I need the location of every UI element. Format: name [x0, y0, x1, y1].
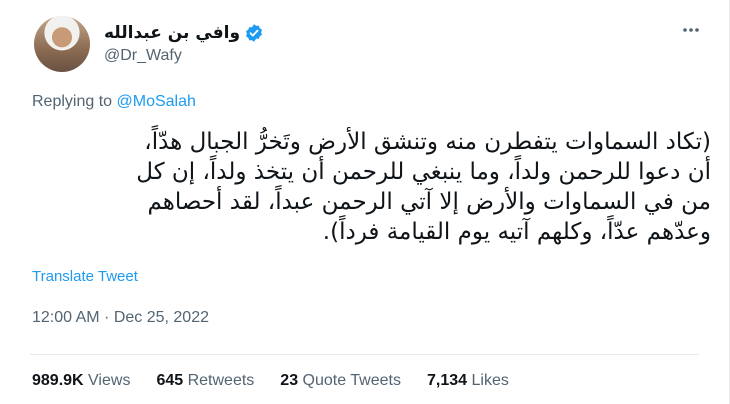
tweet-text: (تكاد السماوات يتفطرن منه وتنشق الأرض وت…: [28, 127, 711, 247]
views-stat[interactable]: 989.9K Views: [32, 372, 130, 390]
tweet-header: وافي بن عبدالله @Dr_Wafy: [34, 14, 264, 74]
verified-badge-icon: [244, 23, 264, 43]
views-count: 989.9K: [32, 372, 84, 389]
likes-stat[interactable]: 7,134 Likes: [427, 372, 509, 390]
replying-to-label: Replying to: [32, 93, 117, 110]
tweet-stats: 989.9K Views 645 Retweets 23 Quote Tweet…: [32, 372, 535, 390]
reply-mention-link[interactable]: @MoSalah: [117, 93, 196, 110]
translate-tweet-link[interactable]: Translate Tweet: [32, 268, 138, 285]
likes-label: Likes: [471, 372, 509, 389]
likes-count: 7,134: [426, 372, 468, 389]
divider: [30, 354, 699, 355]
more-options-icon[interactable]: [679, 18, 703, 42]
views-label: Views: [88, 372, 131, 389]
tweet-text-line: أن دعوا للرحمن ولداً، وما ينبغي للرحمن أ…: [136, 159, 711, 185]
quote-tweets-label: Quote Tweets: [302, 372, 401, 389]
tweet-timestamp[interactable]: 12:00 AM · Dec 25, 2022: [32, 309, 209, 327]
retweets-count: 645: [156, 372, 184, 389]
display-name-row[interactable]: وافي بن عبدالله: [104, 23, 264, 43]
tweet-text-line: من في السماوات والأرض إلا آتي الرحمن عبد…: [147, 189, 711, 215]
quote-tweets-stat[interactable]: 23 Quote Tweets: [280, 372, 401, 390]
user-handle[interactable]: @Dr_Wafy: [104, 47, 264, 65]
tweet-card: وافي بن عبدالله @Dr_Wafy Replying to @Mo…: [0, 0, 730, 404]
tweet-text-line: (تكاد السماوات يتفطرن منه وتنشق الأرض وت…: [144, 129, 711, 155]
avatar[interactable]: [34, 16, 90, 72]
retweets-label: Retweets: [187, 372, 255, 389]
retweets-stat[interactable]: 645 Retweets: [156, 372, 254, 390]
quote-tweets-count: 23: [280, 372, 299, 389]
author-names: وافي بن عبدالله @Dr_Wafy: [104, 23, 264, 65]
replying-to: Replying to @MoSalah: [32, 93, 196, 111]
tweet-text-line: وعدّهم عدّاً، وكلهم آتيه يوم القيامة فرد…: [322, 219, 711, 245]
display-name[interactable]: وافي بن عبدالله: [104, 23, 240, 43]
